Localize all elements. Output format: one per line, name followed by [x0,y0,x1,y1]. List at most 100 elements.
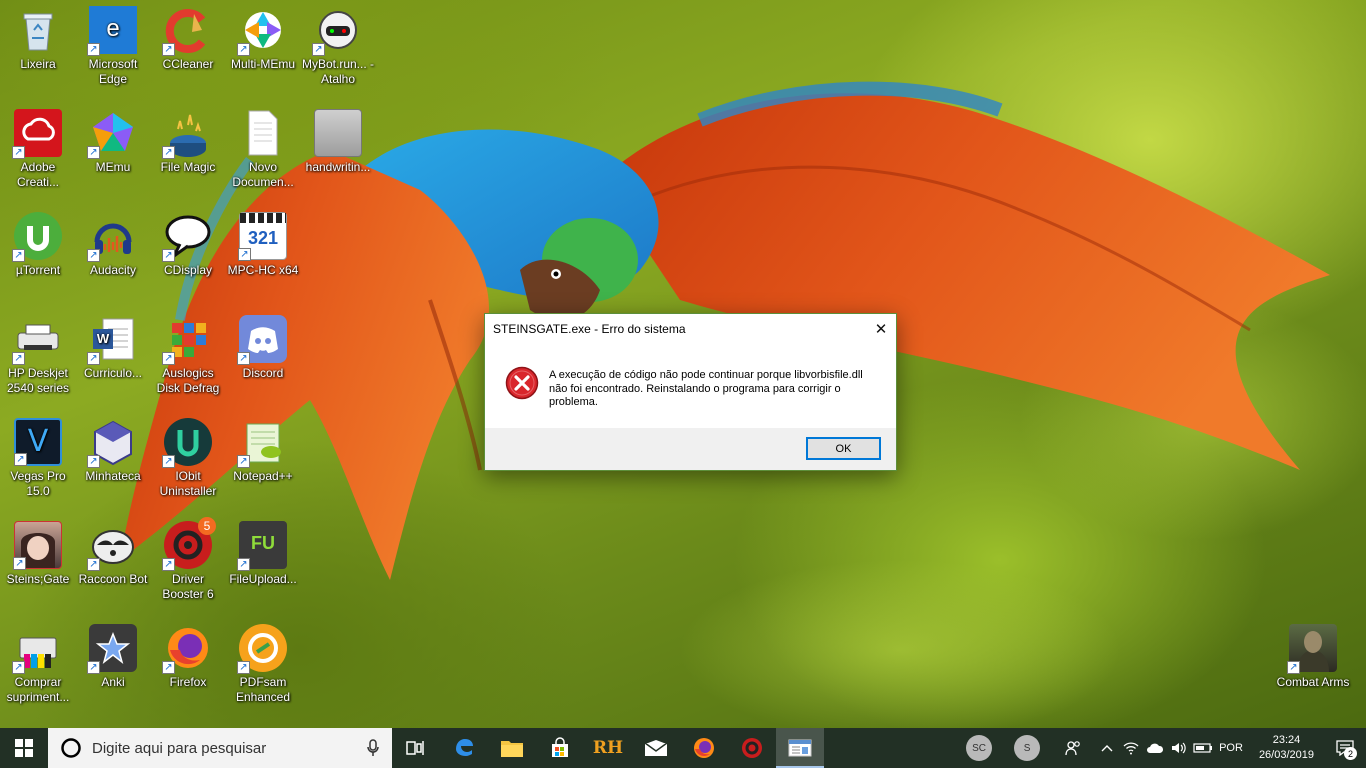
desktop-icon-audacity[interactable]: ↗ Audacity [75,206,151,278]
shortcut-arrow-icon: ↗ [237,352,250,365]
desktop-icon-vegas-pro[interactable]: V ↗ Vegas Pro 15.0 [0,412,76,499]
desktop-icon-novo-documento[interactable]: Novo Documen... [225,103,301,190]
desktop-icon-anki[interactable]: ↗ Anki [75,618,151,690]
close-button[interactable]: ✕ [866,315,896,343]
folder-icon [501,741,523,757]
desktop-icon-driver-booster[interactable]: 5 ↗ Driver Booster 6 [150,515,226,602]
taskbar-app-steinsgate-window[interactable] [776,728,824,768]
shortcut-arrow-icon: ↗ [13,557,26,570]
auslogics-defrag-icon: ↗ [162,315,212,365]
pdfsam-icon: ↗ [237,624,287,674]
desktop-icon-mybot-run[interactable]: ↗ MyBot.run... - Atalho [300,0,376,87]
shortcut-arrow-icon: ↗ [1287,661,1300,674]
shortcut-arrow-icon: ↗ [87,352,100,365]
icon-label: PDFsam Enhanced [235,675,291,704]
speaker-icon [1172,742,1186,754]
desktop-icon-fileupload[interactable]: FU ↗ FileUpload... [225,515,301,587]
desktop-icon-adobe-creative[interactable]: ↗ Adobe Creati... [0,103,76,190]
desktop-icon-memu[interactable]: ↗ MEmu [75,103,151,175]
desktop-icon-pdfsam[interactable]: ↗ PDFsam Enhanced [225,618,301,705]
desktop-icon-hp-deskjet[interactable]: ↗ HP Deskjet 2540 series [0,309,76,396]
desktop-icon-utorrent[interactable]: ↗ µTorrent [0,206,76,278]
dialog-title: STEINSGATE.exe - Erro do sistema [493,322,686,336]
taskbar-app-mail[interactable] [632,728,680,768]
desktop-icon-ccleaner[interactable]: ↗ CCleaner [150,0,226,72]
show-hidden-icons-button[interactable] [1095,728,1119,768]
battery-button[interactable] [1191,728,1215,768]
desktop-icon-handwriting[interactable]: handwritin... [300,103,376,175]
clock-date: 26/03/2019 [1258,749,1314,761]
desktop-icon-mpc-hc[interactable]: 321 ↗ MPC-HC x64 [225,206,301,278]
shortcut-arrow-icon: ↗ [162,661,175,674]
printer-supplies-icon: ↗ [12,624,62,674]
desktop-icon-iobit-uninstaller[interactable]: ↗ IObit Uninstaller [150,412,226,499]
minhateca-icon: ↗ [87,418,137,468]
search-box[interactable]: Digite aqui para pesquisar [48,728,392,768]
chevron-up-icon [1101,745,1113,752]
user-avatar-s[interactable]: S [1014,735,1041,761]
desktop-icon-combat-arms[interactable]: ↗ Combat Arms [1275,618,1351,690]
desktop-icon-notepad-plus-plus[interactable]: ↗ Notepad++ [225,412,301,484]
desktop-icon-curriculo[interactable]: W ↗ Curriculo... [75,309,151,381]
icon-label: CDisplay [163,263,212,277]
task-view-button[interactable] [392,728,440,768]
onedrive-button[interactable] [1143,728,1167,768]
store-icon [552,737,568,757]
text-document-icon [239,109,287,157]
desktop-icon-steins-gate[interactable]: ↗ Steins;Gate [0,515,76,587]
audacity-icon: ↗ [87,212,137,262]
taskbar-app-store[interactable] [536,728,584,768]
taskbar-app-firefox[interactable] [680,728,728,768]
icon-label: IObit Uninstaller [159,469,217,498]
desktop-icon-lixeira[interactable]: Lixeira [0,0,76,72]
notepad-plus-plus-icon: ↗ [237,418,287,468]
desktop-icon-cdisplay[interactable]: ↗ CDisplay [150,206,226,278]
taskbar-app-edge[interactable] [440,728,488,768]
volume-button[interactable] [1167,728,1191,768]
desktop-icon-raccoon-bot[interactable]: ↗ Raccoon Bot [75,515,151,587]
input-language-indicator[interactable]: POR [1219,742,1243,754]
anki-icon: ↗ [87,624,137,674]
people-button[interactable] [1061,728,1085,768]
network-button[interactable] [1119,728,1143,768]
icon-label: MEmu [95,160,131,174]
desktop-icon-discord[interactable]: ↗ Discord [225,309,301,381]
desktop-icon-comprar-suprimentos[interactable]: ↗ Comprar supriment... [0,618,76,705]
shortcut-arrow-icon: ↗ [162,146,175,159]
shortcut-arrow-icon: ↗ [162,352,175,365]
taskbar-app-driver-booster[interactable] [728,728,776,768]
desktop-icon-firefox[interactable]: ↗ Firefox [150,618,226,690]
start-button[interactable] [0,728,48,768]
taskbar-app-rh[interactable]: RH [584,728,632,768]
mpc-hc-icon: 321 ↗ [238,212,287,261]
desktop-icon-multi-memu[interactable]: ↗ Multi-MEmu [225,0,301,72]
icon-label: Novo Documen... [232,160,294,189]
clock[interactable]: 23:24 26/03/2019 [1259,733,1314,763]
combat-arms-icon: ↗ [1287,624,1337,674]
icon-label: Microsoft Edge [88,57,138,86]
file-icon [314,109,362,157]
windows-logo-icon [15,739,33,757]
desktop-icon-minhateca[interactable]: ↗ Minhateca [75,412,151,484]
update-count-badge: 5 [198,517,216,535]
system-error-dialog: STEINSGATE.exe - Erro do sistema ✕ A exe… [484,313,897,471]
action-center-button[interactable]: 2 [1324,728,1366,768]
icon-label: handwritin... [305,160,371,174]
microphone-icon[interactable] [366,739,380,757]
taskbar-app-file-explorer[interactable] [488,728,536,768]
shortcut-arrow-icon: ↗ [12,249,25,262]
user-avatar-sc[interactable]: SC [966,735,993,761]
iobit-uninstaller-icon: ↗ [162,418,212,468]
ok-button[interactable]: OK [806,437,881,460]
printer-icon: ↗ [12,315,62,365]
memu-icon: ↗ [87,109,137,159]
icon-label: Steins;Gate [6,572,70,586]
firefox-icon: ↗ [162,624,212,674]
dialog-titlebar[interactable]: STEINSGATE.exe - Erro do sistema ✕ [485,314,896,344]
desktop-icon-auslogics-disk-defrag[interactable]: ↗ Auslogics Disk Defrag [150,309,226,396]
desktop-icon-microsoft-edge[interactable]: e ↗ Microsoft Edge [75,0,151,87]
speech-bubble-icon: ↗ [162,212,212,262]
wifi-icon [1123,742,1139,755]
multi-memu-icon: ↗ [237,6,287,56]
desktop-icon-file-magic[interactable]: ↗ File Magic [150,103,226,175]
